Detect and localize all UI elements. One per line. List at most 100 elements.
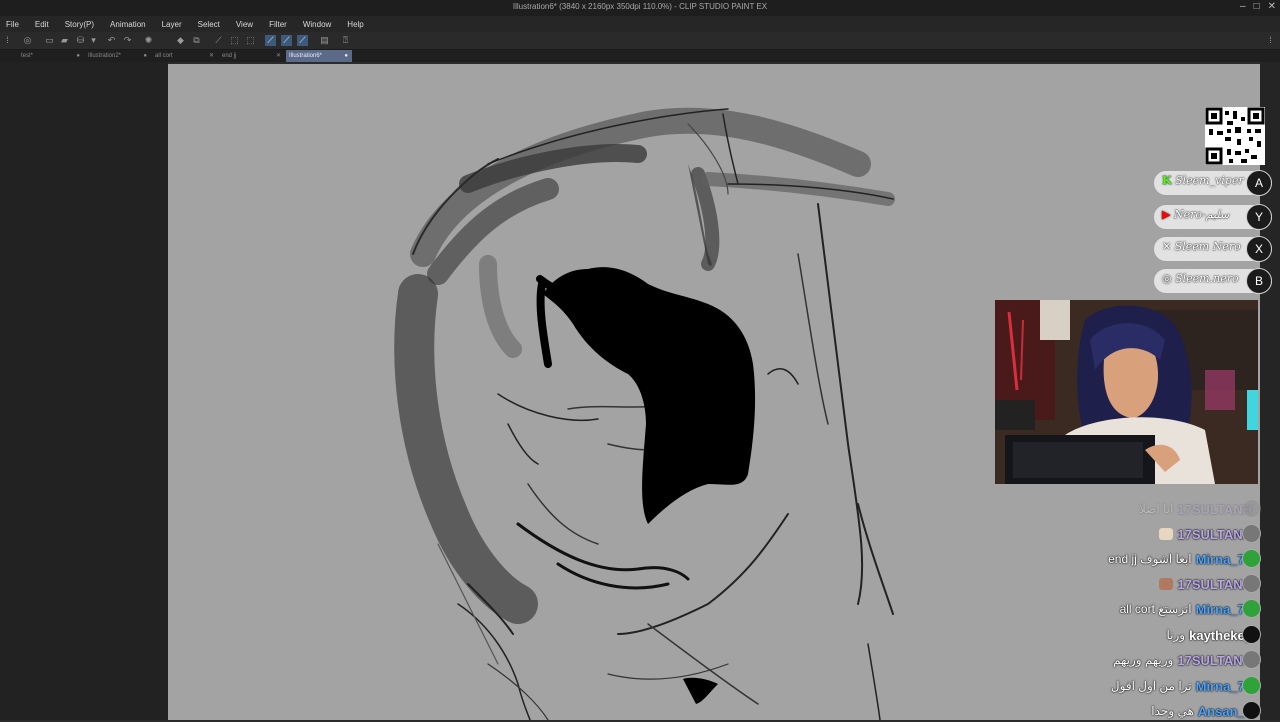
tab-label: test*	[21, 53, 34, 59]
emote-icon	[1159, 528, 1174, 540]
snap-ruler-icon[interactable]: ⟋	[265, 35, 276, 46]
chat-username[interactable]: 17SULTANH	[1177, 577, 1252, 592]
social-badge: X	[1246, 236, 1272, 262]
x-icon: ✕	[1162, 240, 1172, 253]
chat-message: ترا من اول اقول Mirna_77	[1111, 675, 1252, 697]
social-x[interactable]: ✕ Sleem Nero X	[1154, 236, 1272, 262]
tab-label: Illustration2*	[88, 53, 122, 59]
menu-view[interactable]: View	[236, 20, 253, 29]
menu-window[interactable]: Window	[303, 20, 331, 29]
grip-icon: ⁞	[6, 35, 9, 45]
unsaved-dot-icon: ●	[143, 53, 147, 59]
dropdown-chevron-icon[interactable]: ▾	[88, 35, 99, 46]
menu-select[interactable]: Select	[198, 20, 220, 29]
qr-pattern	[1205, 107, 1265, 165]
chat-message: انا اصلا 17SULTANH	[1139, 498, 1252, 520]
chat-message-text: ترا من اول اقول	[1110, 679, 1192, 693]
youtube-icon: ▶	[1162, 208, 1171, 221]
tab-end-jj[interactable]: end jj ✕	[219, 50, 285, 62]
chat-message-text: انا اصلا	[1139, 502, 1174, 516]
social-youtube[interactable]: ▶ Nero-سليم Y	[1154, 204, 1272, 230]
transform-icon[interactable]: ⟋	[213, 35, 224, 46]
chat-message: 17SULTANH	[1159, 523, 1252, 545]
social-handle: K Sleem_viper	[1162, 174, 1244, 187]
open-folder-icon[interactable]: ▰	[59, 35, 70, 46]
social-badge: Y	[1246, 204, 1272, 230]
close-tab-icon[interactable]: ✕	[276, 50, 281, 62]
chat-avatar	[1242, 625, 1261, 644]
chat-username[interactable]: 17SULTANH	[1177, 527, 1252, 542]
chat-message: end jj ابغا اشوف Mirna_77	[1108, 548, 1252, 570]
instagram-icon: ◎	[1162, 272, 1172, 285]
menu-story[interactable]: Story(P)	[65, 20, 94, 29]
social-kick[interactable]: K Sleem_viper A	[1154, 170, 1272, 196]
chat-message: 17SULTANH	[1159, 573, 1252, 595]
menu-animation[interactable]: Animation	[110, 20, 146, 29]
command-bar: ⁞ ◎ ▭ ▰ ⛁ ▾ ↶ ↷ ✺ ◆ ⧉ ⟋ ⬚ ⬚ ⟋ ⟋ ⟋ ▤ ⍰ ⁞	[0, 32, 1280, 50]
chat-avatar	[1242, 574, 1261, 593]
social-handle: ◎ Sleem.nero	[1162, 272, 1239, 285]
left-panel	[0, 62, 168, 720]
undo-icon[interactable]: ↶	[106, 35, 117, 46]
social-badge: A	[1246, 170, 1272, 196]
clear-icon[interactable]: ◆	[175, 35, 186, 46]
close-tab-icon[interactable]: ✕	[209, 50, 214, 62]
tab-label: end jj	[222, 53, 237, 59]
chat-username[interactable]: 17SULTANH	[1177, 502, 1252, 517]
tab-illustration2[interactable]: Illustration2* ●	[85, 50, 151, 62]
social-instagram[interactable]: ◎ Sleem.nero B	[1154, 268, 1272, 294]
emote-icon	[1159, 578, 1174, 590]
save-icon[interactable]: ⛁	[75, 35, 86, 46]
document-tab-bar: test* ● Illustration2* ● all cort ✕ end …	[0, 50, 1280, 62]
minimize-button[interactable]: –	[1240, 1, 1246, 12]
invert-selection-icon[interactable]: ⬚	[245, 35, 256, 46]
tab-test[interactable]: test* ●	[18, 50, 84, 62]
menu-layer[interactable]: Layer	[162, 20, 182, 29]
qr-code	[1205, 107, 1265, 165]
kick-icon: K	[1162, 174, 1172, 187]
close-button[interactable]: ✕	[1268, 1, 1276, 12]
companion-icon[interactable]: ⍰	[340, 35, 351, 46]
chat-avatar	[1242, 676, 1261, 695]
snap-grid-icon[interactable]: ⟋	[297, 35, 308, 46]
unsaved-dot-icon: ●	[76, 53, 80, 59]
menu-file[interactable]: File	[6, 20, 19, 29]
tab-illustration6[interactable]: Illustration6* ●	[286, 50, 352, 62]
redo-icon[interactable]: ↷	[122, 35, 133, 46]
chat-message-text: هي وحدا	[1151, 704, 1194, 718]
chat-message-text: ورنا	[1166, 628, 1186, 642]
chat-avatar	[1242, 650, 1261, 669]
tab-label: all cort	[155, 53, 173, 59]
grip-right-icon: ⁞	[1269, 35, 1272, 45]
unsaved-dot-icon: ●	[344, 53, 348, 59]
fill-icon[interactable]: ⧉	[191, 35, 202, 46]
menu-help[interactable]: Help	[347, 20, 363, 29]
window-title: Illustration6* (3840 x 2160px 350dpi 110…	[512, 2, 768, 11]
tab-all-cort[interactable]: all cort ✕	[152, 50, 218, 62]
maximize-button[interactable]: □	[1254, 1, 1260, 12]
settings-icon[interactable]: ▤	[319, 35, 330, 46]
chat-message: وريهم وريهم 17SULTANH	[1113, 649, 1252, 671]
social-handle: ▶ Nero-سليم	[1162, 208, 1230, 221]
chat-avatar	[1242, 599, 1261, 618]
menu-bar: File Edit Story(P) Animation Layer Selec…	[0, 16, 1280, 32]
chat-avatar	[1242, 524, 1261, 543]
chat-username[interactable]: 17SULTANH	[1177, 653, 1252, 668]
chat-message-text: وريهم وريهم	[1113, 653, 1174, 667]
social-badge: B	[1246, 268, 1272, 294]
snap-special-ruler-icon[interactable]: ⟋	[281, 35, 292, 46]
deselect-icon[interactable]: ⬚	[229, 35, 240, 46]
webcam-overlay	[995, 300, 1258, 484]
chat-message-text: all cort انزستغ	[1119, 602, 1192, 616]
chat-avatar	[1242, 499, 1261, 518]
chat-avatar	[1242, 549, 1261, 568]
new-file-icon[interactable]: ▭	[44, 35, 55, 46]
menu-filter[interactable]: Filter	[269, 20, 287, 29]
clip-studio-icon[interactable]: ◎	[22, 35, 33, 46]
menu-edit[interactable]: Edit	[35, 20, 49, 29]
chat-message: هي وحدا Ansan_7	[1151, 700, 1252, 722]
chat-message: all cort انزستغ Mirna_77	[1120, 598, 1252, 620]
loading-icon[interactable]: ✺	[143, 35, 154, 46]
chat-message-text: end jj ابغا اشوف	[1108, 552, 1192, 566]
chat-avatar	[1242, 701, 1261, 720]
